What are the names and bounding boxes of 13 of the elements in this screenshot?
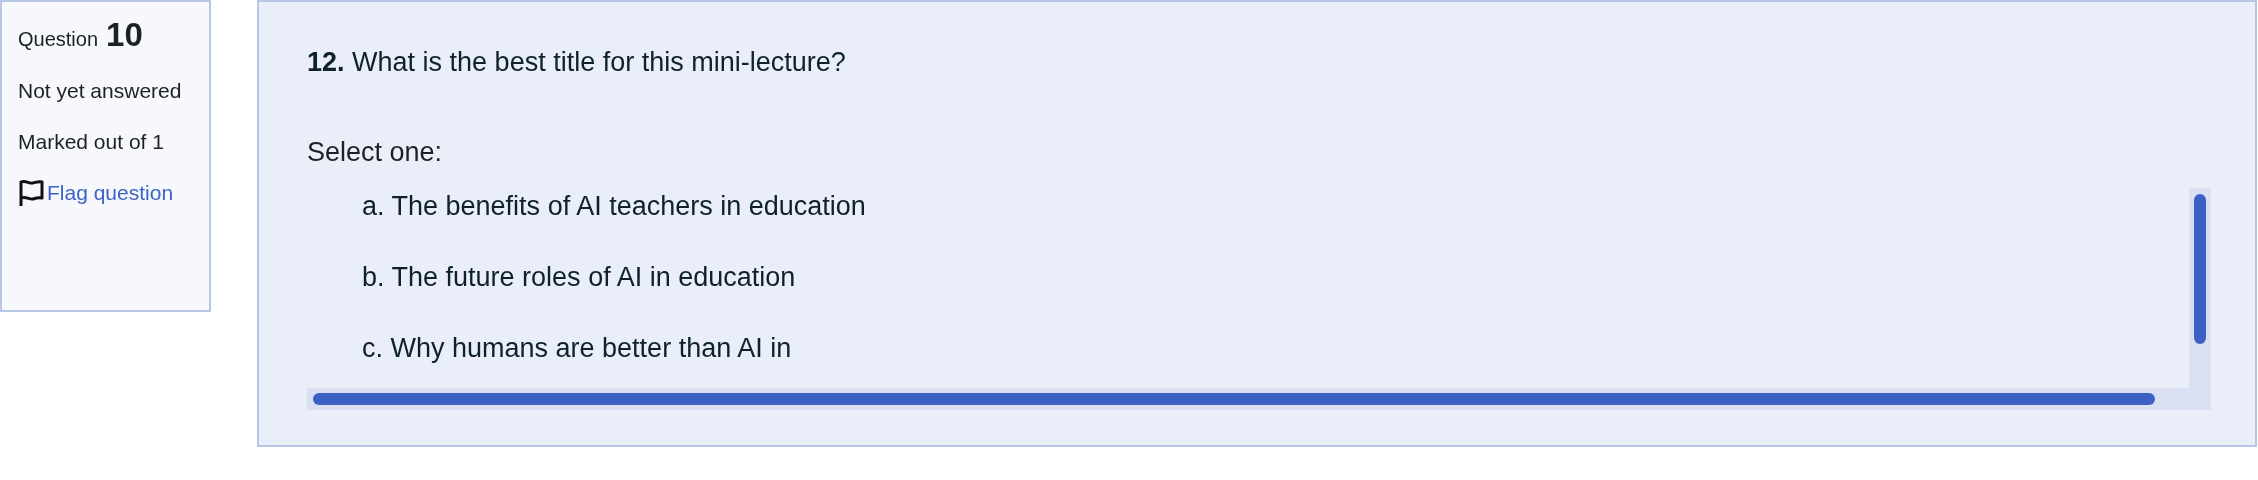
- flag-icon: [18, 177, 46, 208]
- marks-text: Marked out of 1: [18, 129, 165, 155]
- answer-option[interactable]: c. Why humans are better than AI in: [362, 330, 792, 366]
- select-prompt: Select one:: [307, 136, 444, 169]
- question-number: 10: [106, 16, 143, 53]
- question-text: 12. What is the best title for this mini-lecture?: [307, 46, 847, 79]
- question-label: Question: [18, 27, 99, 52]
- vertical-scrollbar[interactable]: [2189, 188, 2211, 410]
- answer-option[interactable]: b. The future roles of AI in education: [362, 259, 796, 295]
- flag-question-link[interactable]: Flag question: [18, 174, 193, 211]
- horizontal-scrollbar[interactable]: [307, 388, 2189, 410]
- answer-option[interactable]: a. The benefits of AI teachers in education: [362, 188, 866, 224]
- answer-status: Not yet answered: [18, 78, 183, 104]
